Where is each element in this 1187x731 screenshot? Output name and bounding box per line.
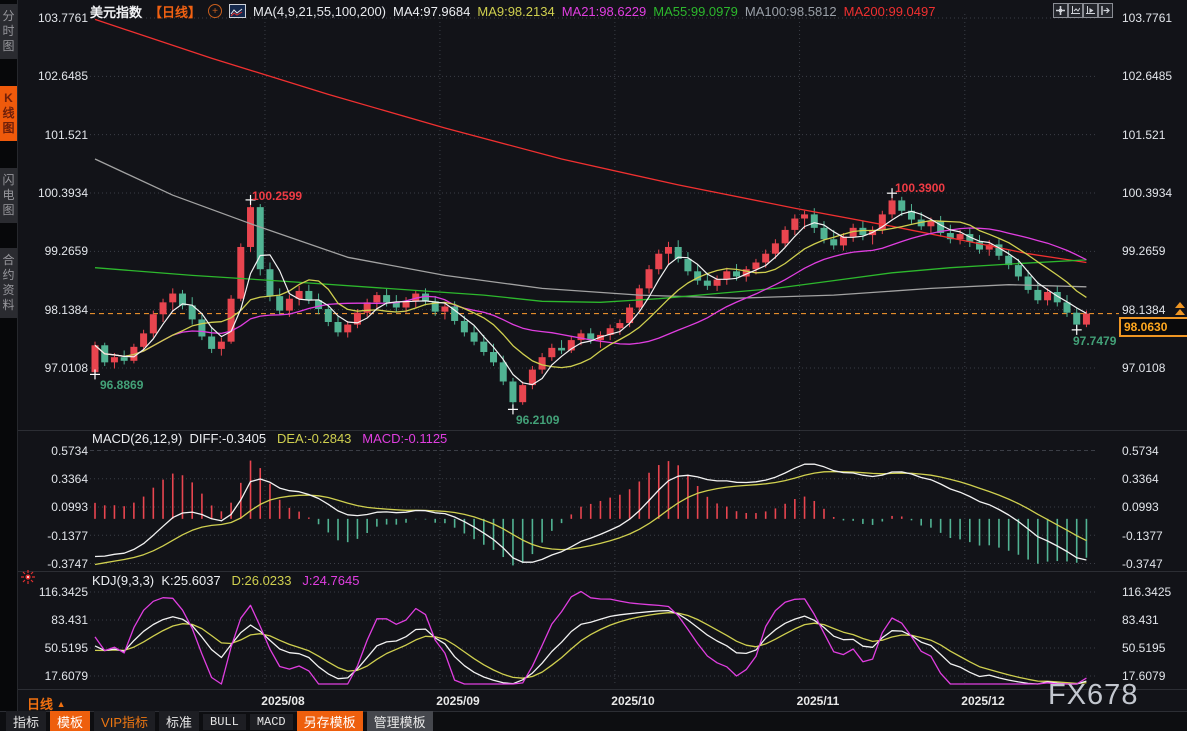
add-indicator-icon[interactable]: + (208, 4, 223, 18)
kdj-name: KDJ(9,3,3) (92, 573, 155, 588)
scroll-to-latest-icon[interactable] (1174, 302, 1186, 315)
axis-play-icon[interactable] (1083, 3, 1098, 18)
timeline-strip: 日线 ▲ 2025/08 2025/09 2025/10 2025/11 202… (17, 689, 1187, 712)
chart-application: 分时图 K线图 闪电图 合约资料 美元指数 【日线】 + MA(4,9,21,5… (0, 0, 1187, 731)
chart-canvas[interactable] (0, 0, 1187, 731)
tab-template[interactable]: 模板 (50, 711, 91, 731)
axis-scale-icon[interactable] (1068, 3, 1083, 18)
ma4-value: MA4:97.9684 (393, 3, 471, 19)
last-price-box: 98.0630 (1119, 317, 1187, 337)
kdj-j-value: J:24.7645 (302, 573, 360, 588)
macd-name: MACD(26,12,9) (92, 431, 183, 446)
kdj-k-value: K:25.6037 (161, 573, 221, 588)
sidebar-item-contract-info[interactable]: 合约资料 (0, 248, 17, 318)
ma100-value: MA100:98.5812 (744, 3, 837, 19)
chart-header: 美元指数 【日线】 + MA(4,9,21,55,100,200) MA4:97… (90, 2, 935, 20)
month-label: 2025/11 (796, 694, 840, 708)
tab-manage-templates[interactable]: 管理模板 (366, 711, 433, 731)
sidebar-item-kline-chart[interactable]: K线图 (0, 86, 17, 141)
annotation-low-97-7479: 97.7479 (1073, 334, 1117, 348)
period-tag[interactable]: 【日线】 (149, 2, 201, 21)
triangle-up-icon: ▲ (56, 699, 66, 709)
tab-vip-indicators[interactable]: VIP指标 (94, 711, 155, 731)
macd-dea-value: DEA:-0.2843 (276, 431, 352, 446)
macd-header: MACD(26,12,9) DIFF:-0.3405 DEA:-0.2843 M… (92, 431, 447, 446)
tab-indicators[interactable]: 指标 (6, 711, 47, 731)
live-indicator-icon (20, 569, 36, 590)
move-chart-icon[interactable] (1053, 3, 1068, 18)
annotation-low-96-8869: 96.8869 (100, 378, 144, 392)
mini-chart-icon[interactable] (229, 4, 247, 18)
sidebar-item-timeline-chart[interactable]: 分时图 (0, 4, 17, 59)
bottom-toolbar: 指标 模板 VIP指标 标准 BULL MACD 另存模板 管理模板 (0, 711, 1187, 731)
ma-settings-label: MA(4,9,21,55,100,200) (253, 3, 387, 19)
month-label: 2025/10 (611, 694, 655, 708)
kdj-header: KDJ(9,3,3) K:25.6037 D:26.0233 J:24.7645 (92, 573, 359, 588)
ma200-value: MA200:99.0497 (843, 3, 936, 19)
export-right-icon[interactable] (1098, 3, 1113, 18)
macd-hist-value: MACD:-0.1125 (362, 431, 448, 446)
tab-bull[interactable]: BULL (203, 713, 246, 730)
period-label: 日线 (27, 697, 54, 712)
sidebar-item-flash-chart[interactable]: 闪电图 (0, 168, 17, 223)
macd-diff-value: DIFF:-0.3405 (189, 431, 267, 446)
tab-standard[interactable]: 标准 (159, 711, 200, 731)
month-label: 2025/12 (961, 694, 1005, 708)
ma21-value: MA21:98.6229 (561, 3, 647, 19)
ma9-value: MA9:98.2134 (477, 3, 555, 19)
sidebar: 分时图 K线图 闪电图 合约资料 (0, 0, 18, 731)
annotation-low-96-2109: 96.2109 (516, 413, 560, 427)
symbol-name: 美元指数 (90, 4, 143, 20)
kdj-d-value: D:26.0233 (231, 573, 292, 588)
month-label: 2025/09 (436, 694, 480, 708)
month-label: 2025/08 (261, 694, 305, 708)
ma55-value: MA55:99.0979 (653, 3, 738, 19)
tab-save-as-template[interactable]: 另存模板 (296, 711, 363, 731)
annotation-high-100-3900: 100.3900 (895, 181, 946, 195)
fx678-watermark: FX678 (1048, 679, 1139, 711)
annotation-high-100-2599: 100.2599 (252, 189, 303, 203)
tab-macd[interactable]: MACD (249, 713, 293, 730)
